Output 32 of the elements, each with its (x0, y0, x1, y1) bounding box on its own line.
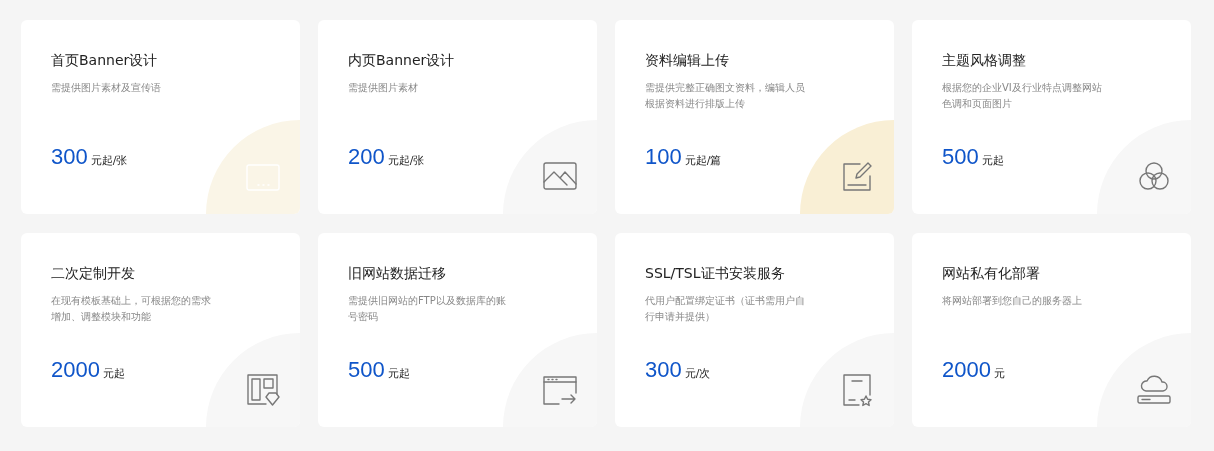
service-title: 内页Banner设计 (348, 51, 456, 70)
service-description: 将网站部署到您自己的服务器上 (942, 294, 1083, 308)
service-title: 主题风格调整 (942, 51, 1027, 70)
price-unit: 元起/张 (387, 153, 425, 168)
price: 200 (348, 144, 385, 170)
service-title: 旧网站数据迁移 (348, 264, 447, 283)
service-description: 需提供完整正确图文资料，编辑人员 根据资料进行排版上传 (645, 81, 806, 111)
price: 500 (348, 357, 385, 383)
price: 300 (51, 144, 88, 170)
price: 100 (645, 144, 682, 170)
service-description: 根据您的企业VI及行业特点调整网站 色调和页面图片 (942, 81, 1103, 111)
price-unit: 元/次 (684, 366, 711, 381)
service-description: 需提供图片素材及宣传语 (51, 81, 162, 95)
service-title: 首页Banner设计 (51, 51, 159, 70)
price: 2000 (51, 357, 100, 383)
price-unit: 元起 (981, 153, 1004, 168)
service-title: 网站私有化部署 (942, 264, 1041, 283)
price-unit: 元起 (387, 366, 410, 381)
service-description: 在现有模板基础上，可根据您的需求 增加、调整模块和功能 (51, 294, 212, 324)
price: 2000 (942, 357, 991, 383)
price-unit: 元起 (102, 366, 125, 381)
service-title: SSL/TSL证书安装服务 (645, 264, 786, 283)
service-title: 资料编辑上传 (645, 51, 730, 70)
price: 500 (942, 144, 979, 170)
service-description: 需提供旧网站的FTP以及数据库的账 号密码 (348, 294, 507, 324)
price-unit: 元起/张 (90, 153, 128, 168)
price: 300 (645, 357, 682, 383)
service-description: 代用户配置绑定证书（证书需用户自 行申请并提供） (645, 294, 806, 324)
service-title: 二次定制开发 (51, 264, 136, 283)
service-description: 需提供图片素材 (348, 81, 419, 95)
price-unit: 元起/篇 (684, 153, 722, 168)
price-unit: 元 (993, 366, 1005, 381)
